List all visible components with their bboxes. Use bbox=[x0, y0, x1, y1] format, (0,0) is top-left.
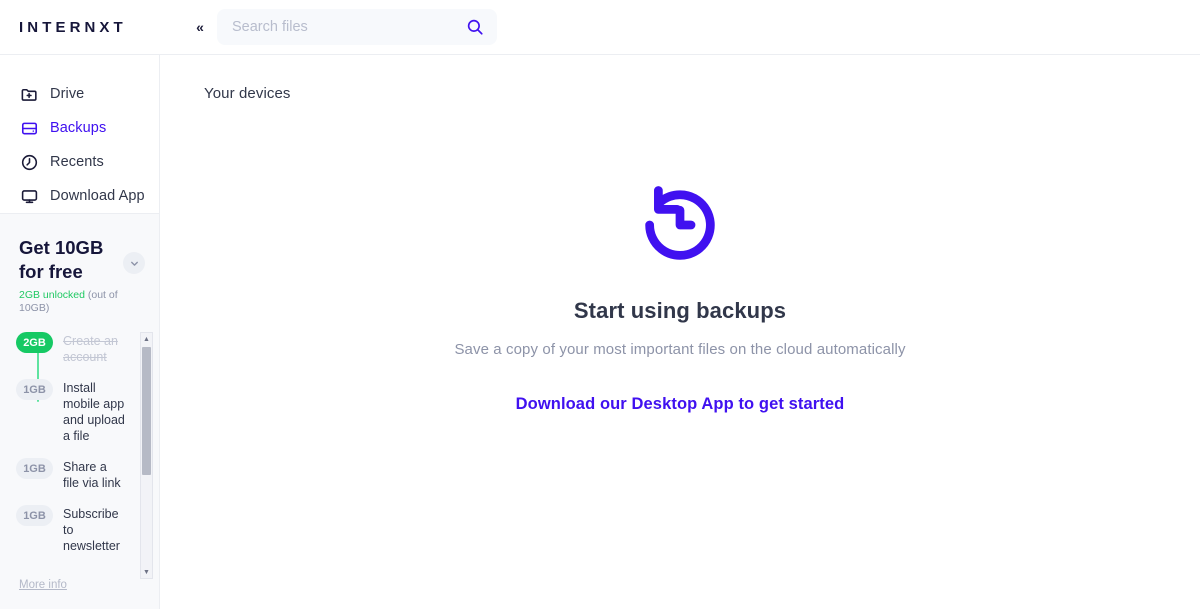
step-badge: 1GB bbox=[16, 458, 53, 479]
promo-panel: Get 10GB for free 2GB unlocked (out of 1… bbox=[0, 213, 159, 609]
step-label: Share a file via link bbox=[63, 458, 126, 491]
app-body: Drive Backups bbox=[0, 55, 1200, 609]
list-item[interactable]: 2GB Create an account bbox=[0, 332, 140, 365]
sidebar-item-label: Drive bbox=[50, 86, 84, 102]
hard-drive-icon bbox=[19, 118, 39, 138]
chevron-down-icon[interactable] bbox=[123, 252, 145, 274]
step-label: Create an account bbox=[63, 332, 126, 365]
main-content: Your devices Start using backups Save a … bbox=[160, 55, 1200, 609]
page-title: Your devices bbox=[160, 55, 1200, 102]
sidebar-item-label: Backups bbox=[50, 120, 106, 136]
sidebar-nav: Drive Backups bbox=[0, 55, 159, 213]
sidebar-item-recents[interactable]: Recents bbox=[0, 145, 159, 179]
promo-header: Get 10GB for free bbox=[0, 236, 159, 284]
sidebar-item-drive[interactable]: Drive bbox=[0, 77, 159, 111]
promo-scrollbar[interactable]: ▲ ▼ bbox=[140, 332, 153, 579]
scrollbar-thumb[interactable] bbox=[142, 347, 151, 475]
double-chevron-left-icon[interactable]: « bbox=[191, 18, 209, 36]
step-badge: 1GB bbox=[16, 505, 53, 526]
scroll-down-arrow-icon[interactable]: ▼ bbox=[141, 566, 152, 578]
step-badge: 2GB bbox=[16, 332, 53, 353]
list-item[interactable]: 1GB Subscribe to newsletter bbox=[0, 505, 140, 554]
promo-steps-list: 2GB Create an account 1GB Install mobile… bbox=[0, 332, 140, 579]
sidebar-item-label: Recents bbox=[50, 154, 104, 170]
header-search-zone: « bbox=[160, 9, 1200, 45]
app-root: INTERNXT « bbox=[0, 0, 1200, 609]
promo-unlocked-amount: 2GB unlocked bbox=[19, 289, 85, 301]
search-box[interactable] bbox=[217, 9, 497, 45]
sidebar-item-backups[interactable]: Backups bbox=[0, 111, 159, 145]
scroll-up-arrow-icon[interactable]: ▲ bbox=[141, 333, 152, 345]
folder-plus-icon bbox=[19, 84, 39, 104]
step-badge: 1GB bbox=[16, 379, 53, 400]
sidebar: Drive Backups bbox=[0, 55, 160, 609]
backup-restore-clock-icon bbox=[634, 179, 726, 271]
sidebar-item-download-app[interactable]: Download App bbox=[0, 179, 159, 213]
step-label: Install mobile app and upload a file bbox=[63, 379, 126, 444]
promo-steps-wrap: 2GB Create an account 1GB Install mobile… bbox=[0, 332, 159, 579]
more-info-link[interactable]: More info bbox=[0, 579, 159, 609]
promo-progress-text: 2GB unlocked (out of 10GB) bbox=[0, 284, 159, 315]
search-input[interactable] bbox=[217, 9, 497, 45]
brand-logo[interactable]: INTERNXT bbox=[0, 19, 160, 36]
list-item[interactable]: 1GB Install mobile app and upload a file bbox=[0, 379, 140, 444]
empty-state-description: Save a copy of your most important files… bbox=[454, 341, 905, 358]
scrollbar-track[interactable] bbox=[141, 345, 152, 566]
sidebar-item-label: Download App bbox=[50, 188, 145, 204]
step-label: Subscribe to newsletter bbox=[63, 505, 126, 554]
top-header: INTERNXT « bbox=[0, 0, 1200, 55]
monitor-icon bbox=[19, 186, 39, 206]
clock-icon bbox=[19, 152, 39, 172]
empty-state-heading: Start using backups bbox=[574, 298, 786, 324]
promo-title: Get 10GB for free bbox=[19, 236, 111, 284]
download-desktop-app-link[interactable]: Download our Desktop App to get started bbox=[516, 395, 845, 414]
empty-state: Start using backups Save a copy of your … bbox=[160, 102, 1200, 609]
list-item[interactable]: 1GB Share a file via link bbox=[0, 458, 140, 491]
